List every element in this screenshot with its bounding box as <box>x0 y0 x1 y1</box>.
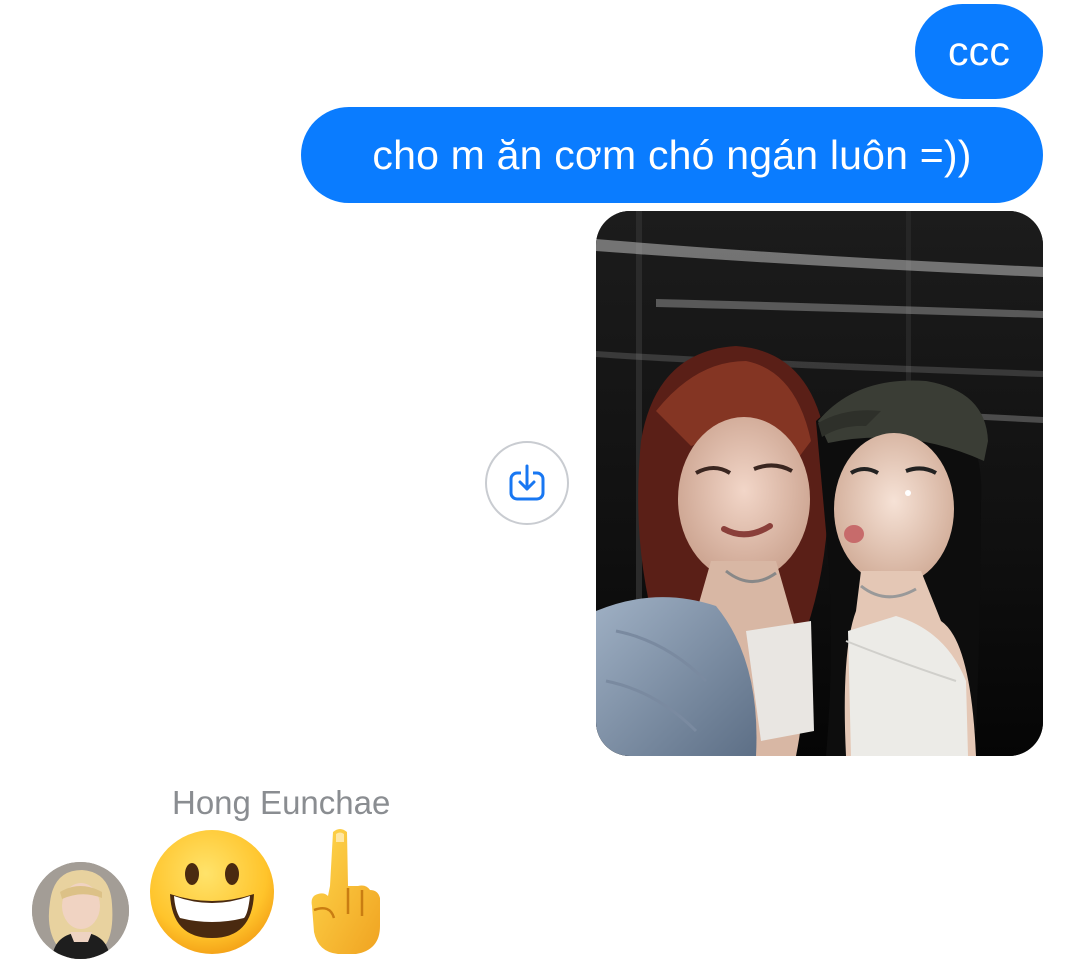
message-text: ccc <box>947 28 1011 74</box>
photo-two-women-in-elevator <box>596 211 1043 756</box>
save-photo-button[interactable] <box>485 441 569 525</box>
outgoing-message-bubble[interactable]: cho m ăn cơm chó ngán luôn =)) <box>301 107 1043 203</box>
avatar-photo <box>32 862 129 959</box>
grinning-face-emoji[interactable] <box>148 828 276 956</box>
grinning-face-icon <box>150 830 274 954</box>
sender-avatar[interactable] <box>32 862 129 959</box>
sender-name: Hong Eunchae <box>172 784 391 821</box>
message-text: cho m ăn cơm chó ngán luôn =)) <box>372 131 972 178</box>
middle-finger-emoji[interactable] <box>300 826 386 956</box>
outgoing-message-bubble[interactable]: ccc <box>915 4 1043 99</box>
shared-photo[interactable] <box>596 211 1043 756</box>
download-icon <box>509 464 545 501</box>
middle-finger-icon <box>311 829 380 954</box>
